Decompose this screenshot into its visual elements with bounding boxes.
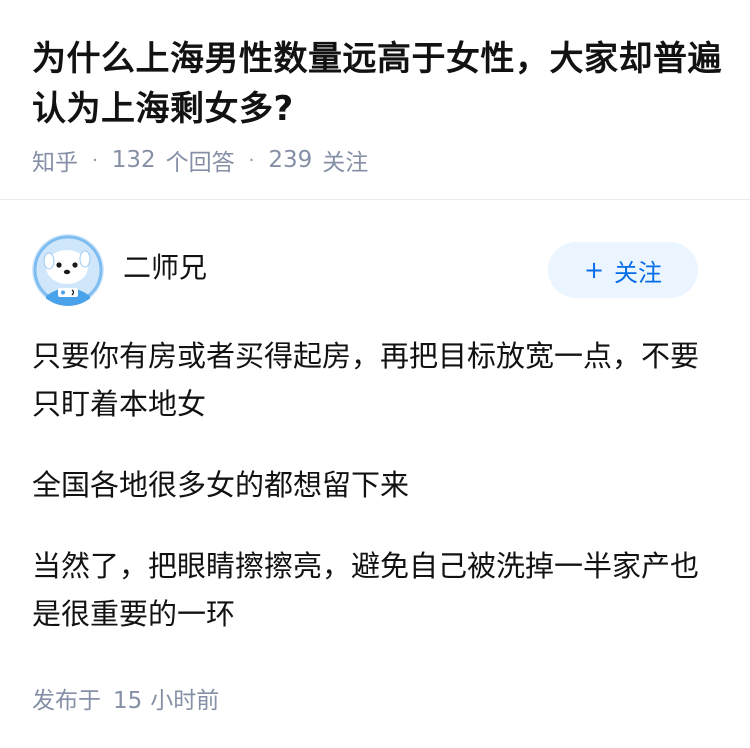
cartoon-dog-avatar-icon xyxy=(32,234,104,306)
answer-timestamp: 发布于 15 小时前 xyxy=(32,681,219,715)
follower-count-label: 关注 xyxy=(322,150,369,176)
answer-paragraph: 全国各地很多女的都想留下来 xyxy=(32,468,410,502)
question-title[interactable]: 为什么上海男性数量远高于女性，大家却普遍认为上海剩女多? xyxy=(32,34,722,134)
question-header: 为什么上海男性数量远高于女性，大家却普遍认为上海剩女多? 知乎 · 132 个回… xyxy=(0,0,750,200)
timestamp-value: 15 xyxy=(113,688,143,714)
author-name[interactable]: 二师兄 xyxy=(123,251,207,285)
answer-card: 二师兄 + 关注 只要你有房或者买得起房，再把目标放宽一点，不要只盯着本地女 全… xyxy=(0,201,750,748)
question-meta: 知乎 · 132 个回答 · 239 关注 xyxy=(32,143,369,177)
follow-button-label: 关注 xyxy=(614,258,663,287)
author-avatar[interactable] xyxy=(32,234,104,306)
separator-dot: · xyxy=(248,149,255,171)
timestamp-prefix: 发布于 xyxy=(32,688,101,714)
answer-count: 132 xyxy=(111,147,156,173)
separator-dot: · xyxy=(92,149,98,171)
timestamp-suffix: 小时前 xyxy=(150,688,220,714)
follower-count: 239 xyxy=(268,147,313,173)
answer-paragraph: 当然了，把眼睛擦擦亮，避免自己被洗掉一半家产也是很重要的一环 xyxy=(32,549,700,631)
answer-count-label: 个回答 xyxy=(165,150,235,176)
plus-icon: + xyxy=(583,256,605,284)
answer-paragraph: 只要你有房或者买得起房，再把目标放宽一点，不要只盯着本地女 xyxy=(32,339,700,421)
source-label[interactable]: 知乎 xyxy=(32,143,78,177)
follow-button[interactable]: + 关注 xyxy=(548,242,698,298)
answer-content: 只要你有房或者买得起房，再把目标放宽一点，不要只盯着本地女 全国各地很多女的都想… xyxy=(32,332,722,671)
